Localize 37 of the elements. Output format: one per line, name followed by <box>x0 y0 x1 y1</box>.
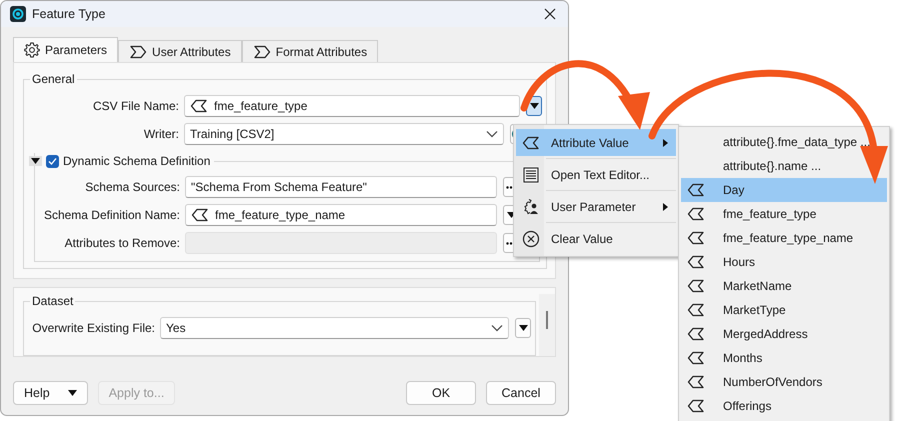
menu-item[interactable]: Attribute Value <box>516 129 676 156</box>
field-label: Writer: <box>142 127 180 141</box>
attribute-field[interactable]: fme_feature_type_name <box>185 204 497 226</box>
attribute-field[interactable]: fme_feature_type <box>184 95 520 117</box>
select-field[interactable]: Training [CSV2] <box>184 123 504 145</box>
select-field[interactable]: Yes <box>160 317 509 339</box>
field-label: Overwrite Existing File: <box>31 321 156 335</box>
dialog-button[interactable]: Help <box>13 381 88 405</box>
window-title: Feature Type <box>32 7 106 21</box>
menu-item[interactable]: User Parameter <box>516 193 676 220</box>
tab[interactable]: Parameters <box>13 37 118 62</box>
group-title: General <box>31 72 76 86</box>
menu-item[interactable]: fme_feature_type_name <box>681 226 887 250</box>
menu-item[interactable]: attribute{}.fme_data_type ... <box>681 130 887 154</box>
menu-item[interactable]: fme_feature_type <box>681 202 887 226</box>
text-field[interactable]: "Schema From Schema Feature" <box>185 176 497 198</box>
menu-item[interactable]: attribute{}.name ... <box>681 154 887 178</box>
menu-item[interactable]: Open Text Editor... <box>516 161 676 188</box>
menu-item[interactable]: MarketType <box>681 298 887 322</box>
group-title: Dataset <box>31 294 74 308</box>
menu-item[interactable]: MarketName <box>681 274 887 298</box>
menu-item[interactable]: Months <box>681 346 887 370</box>
dialog-button[interactable]: Cancel <box>486 381 556 405</box>
tab[interactable]: Format Attributes <box>242 40 378 62</box>
menu-item[interactable]: Offerings <box>681 394 887 418</box>
menu-item[interactable]: NumberOfVendors <box>681 370 887 394</box>
menu-item[interactable]: MergedAddress <box>681 322 887 346</box>
field-label: Attributes to Remove: <box>64 236 181 250</box>
menu-item[interactable]: Hours <box>681 250 887 274</box>
menu-item[interactable]: Day <box>681 178 887 202</box>
dialog-button[interactable]: OK <box>406 381 476 405</box>
menu-item[interactable]: Clear Value <box>516 225 676 252</box>
group-title: Dynamic Schema Definition <box>63 154 210 168</box>
field-label: Schema Sources: <box>84 180 181 194</box>
tab[interactable]: User Attributes <box>118 40 242 62</box>
field-label: Schema Definition Name: <box>42 208 181 222</box>
field-label: CSV File Name: <box>92 99 180 113</box>
